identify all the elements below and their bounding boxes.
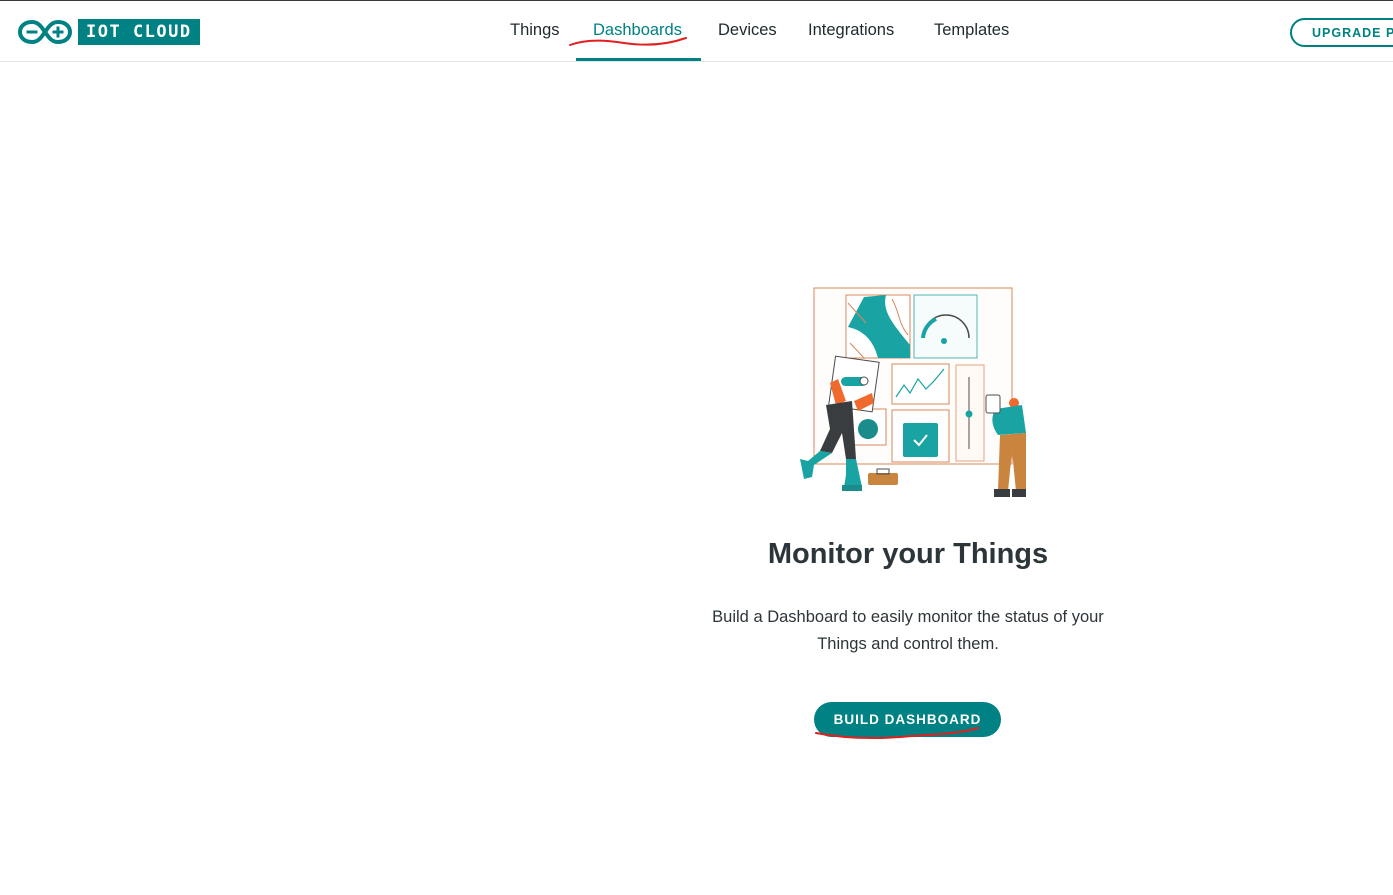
infinity-plus-minus-icon [18, 19, 72, 45]
nav-item-dashboards[interactable]: Dashboards [593, 21, 682, 40]
nav-item-integrations[interactable]: Integrations [808, 21, 894, 40]
build-dashboard-button[interactable]: BUILD DASHBOARD [814, 702, 1001, 737]
nav-item-templates[interactable]: Templates [934, 21, 1009, 40]
iot-cloud-logo[interactable]: IOT CLOUD [18, 18, 200, 46]
empty-state-title: Monitor your Things [767, 538, 1049, 570]
top-navigation-bar: IOT CLOUD Things Dashboards Devices Inte… [0, 0, 1393, 62]
empty-state-description: Build a Dashboard to easily monitor the … [712, 608, 1104, 653]
dashboard-builders-illustration [800, 287, 1026, 497]
logo-text: IOT CLOUD [78, 19, 200, 45]
upgrade-plan-button[interactable]: UPGRADE PL [1290, 18, 1393, 47]
nav-item-things[interactable]: Things [510, 21, 560, 40]
active-tab-indicator [576, 58, 701, 61]
nav-item-devices[interactable]: Devices [718, 21, 777, 40]
